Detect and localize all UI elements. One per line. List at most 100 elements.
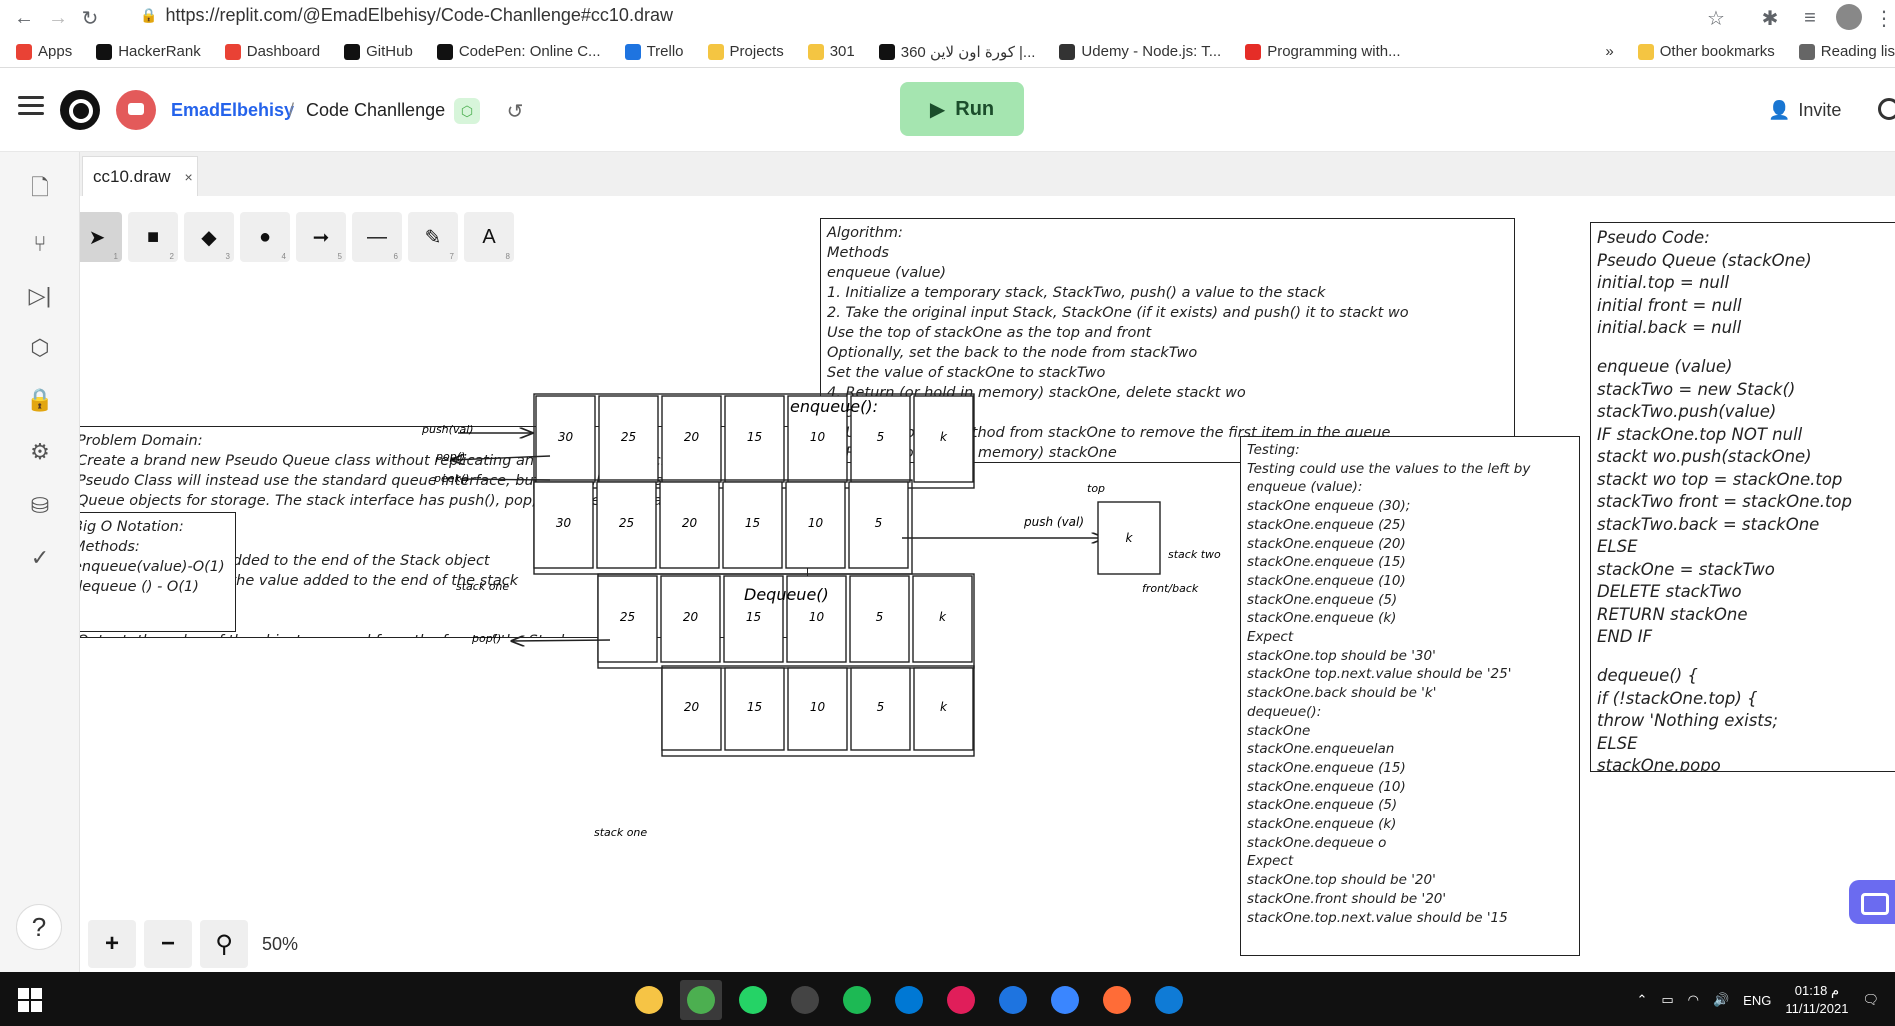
- bookmark-item[interactable]: Dashboard: [224, 43, 320, 60]
- text-line: stackOne.enqueue (20): [1247, 535, 1406, 552]
- reading-list-icon[interactable]: ≡: [1796, 4, 1824, 32]
- star-icon[interactable]: ☆: [1702, 4, 1730, 32]
- stack-cell: [661, 667, 722, 751]
- tool-glyph: ●: [258, 225, 272, 248]
- version-control-icon[interactable]: ⑂: [26, 230, 54, 258]
- clock[interactable]: 01:18 م 11/11/2021: [1785, 982, 1848, 1018]
- zoom-out-button[interactable]: −: [144, 920, 192, 968]
- bookmark-item[interactable]: 360 كورة اون لاين |...: [878, 43, 1035, 61]
- drawing-canvas[interactable]: ➤ 1 ■ 2 ◆ 3 ● 4 ➞ 5—6 ✎ 7 A 8 Problem Domain: Create a…: [80, 196, 1895, 972]
- zoom-in-button[interactable]: +: [88, 920, 136, 968]
- back-icon[interactable]: ←: [10, 4, 38, 32]
- stack-one2-label: stack one: [594, 826, 647, 839]
- forward-icon[interactable]: →: [44, 4, 72, 32]
- line-icon[interactable]: —6: [352, 212, 402, 262]
- run-button[interactable]: ▶ Run: [900, 82, 1024, 136]
- help-icon[interactable]: ?: [16, 904, 62, 950]
- stack-two-label: stack two: [1168, 548, 1221, 561]
- address-bar[interactable]: 🔒 https://replit.com/@EmadElbehisy/Code-…: [140, 0, 1740, 30]
- secrets-lock-icon[interactable]: 🔒: [26, 386, 54, 414]
- checkmark-icon[interactable]: ✓: [26, 544, 54, 572]
- clock-time: 01:18 م: [1794, 983, 1840, 998]
- repl-owner-link[interactable]: EmadElbehisy: [171, 100, 294, 121]
- slack-icon[interactable]: [940, 980, 982, 1020]
- reload-icon[interactable]: ↻: [76, 4, 104, 32]
- other-bookmarks[interactable]: Other bookmarks: [1637, 43, 1775, 60]
- bookmark-item[interactable]: HackerRank: [96, 43, 201, 60]
- postman-icon[interactable]: [1096, 980, 1138, 1020]
- text-line: stackOne.enqueue (k): [1247, 610, 1397, 627]
- language-indicator[interactable]: ENG: [1743, 993, 1771, 1008]
- mail-icon[interactable]: [992, 980, 1034, 1020]
- files-icon[interactable]: 🗋: [26, 175, 54, 204]
- file-explorer-icon[interactable]: [628, 980, 670, 1020]
- outlook-icon[interactable]: [888, 980, 930, 1020]
- file-tab[interactable]: cc10.draw ×: [82, 156, 198, 196]
- circle-icon[interactable]: ● 4: [240, 212, 290, 262]
- text-line: stackOne.enqueuelan: [1247, 741, 1395, 758]
- arrow-icon[interactable]: ➞ 5: [296, 212, 346, 262]
- repl-name[interactable]: Code Chanllenge: [306, 100, 445, 121]
- bookmark-item[interactable]: Udemy - Node.js: T...: [1059, 43, 1221, 60]
- reading-list[interactable]: Reading lis: [1798, 43, 1895, 60]
- text-line: 4. Return (or hold in memory) stackOne, …: [827, 385, 1246, 401]
- pencil-icon[interactable]: ✎ 7: [408, 212, 458, 262]
- speaker-icon[interactable]: 🔊: [1713, 992, 1729, 1008]
- settings-gear-icon[interactable]: ⚙: [26, 438, 54, 466]
- cursor-icon[interactable]: ➤ 1: [80, 212, 122, 262]
- text-line: Testing could use the values to the left…: [1247, 460, 1531, 477]
- vscode-icon[interactable]: [1148, 980, 1190, 1020]
- stack-two-box: [1097, 501, 1161, 575]
- add-user-icon: 👤: [1768, 99, 1791, 120]
- text-line: stackt wo.push(stackOne): [1597, 447, 1812, 466]
- bookmark-favicon-icon: [96, 43, 113, 60]
- bookmark-item[interactable]: GitHub: [344, 43, 413, 60]
- hamburger-menu-icon[interactable]: [18, 96, 44, 118]
- tool-shortcut-number: 2: [169, 252, 174, 261]
- chevron-up-icon[interactable]: ⌃: [1636, 992, 1647, 1008]
- bookmark-item[interactable]: Trello: [624, 43, 684, 60]
- chrome-icon[interactable]: [680, 980, 722, 1020]
- tool-glyph: ✎: [424, 226, 442, 249]
- breadcrumb-separator: /: [289, 100, 295, 120]
- profile-avatar[interactable]: [1836, 4, 1862, 30]
- invite-button[interactable]: 👤 Invite: [1768, 92, 1858, 128]
- more-bookmarks-chevron[interactable]: »: [1605, 43, 1613, 60]
- tool-shortcut-number: 6: [393, 252, 398, 261]
- text-line: stackOne: [1247, 722, 1311, 739]
- avatar[interactable]: [116, 90, 156, 130]
- battery-icon[interactable]: ▭: [1661, 992, 1673, 1008]
- rectangle-icon[interactable]: ■ 2: [128, 212, 178, 262]
- chat-icon[interactable]: [1849, 880, 1895, 924]
- bookmark-item[interactable]: Projects: [707, 43, 784, 60]
- history-icon[interactable]: ↺: [502, 98, 528, 124]
- close-icon[interactable]: ×: [184, 169, 192, 185]
- bookmark-item[interactable]: Apps: [16, 43, 72, 60]
- terminal-icon[interactable]: [784, 980, 826, 1020]
- tasks-icon[interactable]: [1044, 980, 1086, 1020]
- zoom-search-icon[interactable]: ⚲: [200, 920, 248, 968]
- windows-start-icon[interactable]: [18, 988, 42, 1012]
- whatsapp-icon[interactable]: [732, 980, 774, 1020]
- extensions-icon[interactable]: ✱: [1756, 4, 1784, 32]
- database-icon[interactable]: ⛁: [26, 492, 54, 520]
- search-icon[interactable]: [1878, 98, 1895, 120]
- text-icon[interactable]: A8: [464, 212, 514, 262]
- wifi-icon[interactable]: ◠: [1688, 992, 1699, 1008]
- text-line: Expect: [1247, 853, 1294, 870]
- bookmark-item[interactable]: CodePen: Online C...: [436, 43, 601, 60]
- replit-logo[interactable]: [60, 90, 100, 130]
- text-line: stackOne.enqueue (10): [1247, 778, 1406, 795]
- bookmark-item[interactable]: 301: [807, 43, 855, 60]
- packages-icon[interactable]: ⬡: [26, 334, 54, 362]
- debugger-icon[interactable]: ▷|: [26, 282, 54, 310]
- menu-icon[interactable]: ⋮: [1870, 4, 1895, 32]
- tab-bar: cc10.draw ×: [80, 152, 1895, 196]
- nodejs-icon[interactable]: ⬡: [454, 98, 480, 124]
- diamond-icon[interactable]: ◆ 3: [184, 212, 234, 262]
- bookmark-item[interactable]: Programming with...: [1245, 43, 1401, 60]
- reading-list-icon: [1798, 43, 1815, 60]
- spotify-icon[interactable]: [836, 980, 878, 1020]
- notifications-icon[interactable]: 🗨: [1862, 992, 1879, 1008]
- tool-shortcut-number: 7: [449, 252, 454, 261]
